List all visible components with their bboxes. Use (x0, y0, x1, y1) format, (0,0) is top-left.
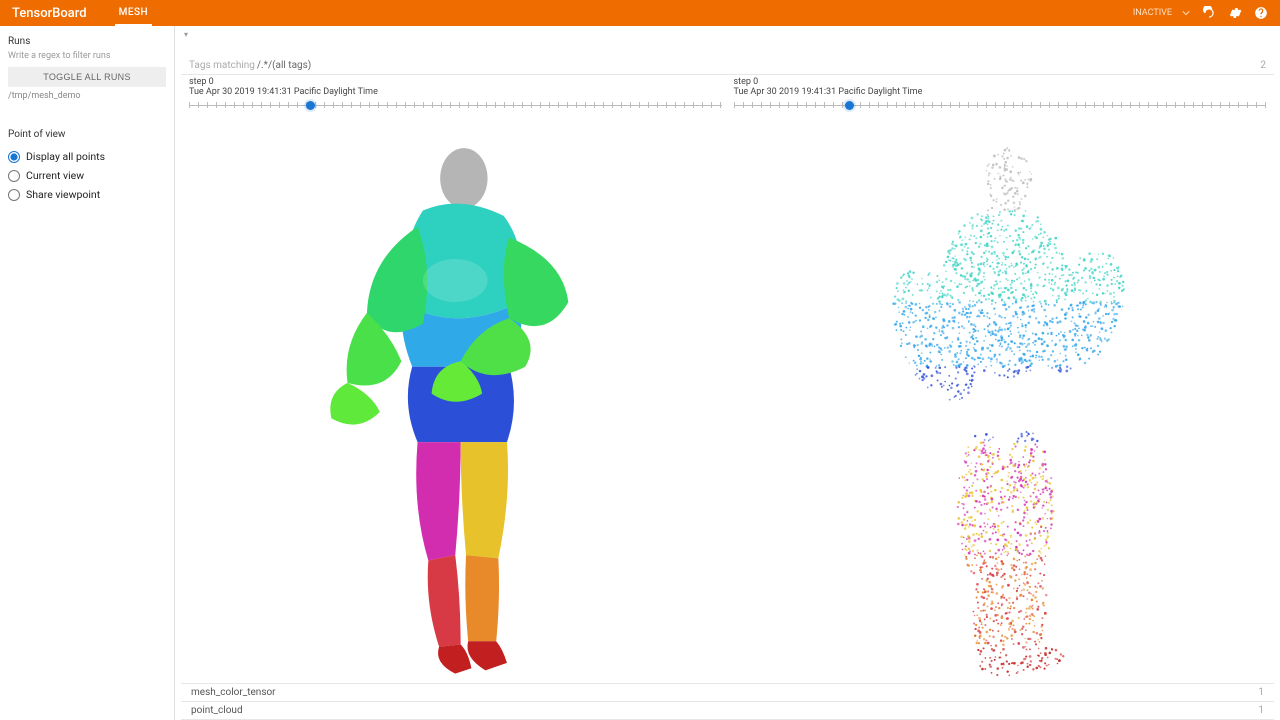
pov-title: Point of view (8, 129, 166, 140)
pov-option-share[interactable]: Share viewpoint (8, 188, 166, 201)
mesh-viewport[interactable] (189, 119, 722, 679)
refresh-icon[interactable] (1202, 6, 1216, 20)
step-timestamp: Tue Apr 30 2019 19:41:31 Pacific Dayligh… (189, 87, 722, 97)
collapse-caret-icon[interactable]: ▾ (184, 30, 188, 39)
tags-match-count: 2 (1260, 60, 1266, 71)
gear-icon[interactable] (1228, 6, 1242, 20)
step-value: 0 (209, 77, 214, 87)
step-label: step (189, 77, 206, 87)
step-timestamp: Tue Apr 30 2019 19:41:31 Pacific Dayligh… (734, 87, 1267, 97)
panel-1-header: step 0 Tue Apr 30 2019 19:41:31 Pacific … (734, 77, 1267, 113)
help-icon[interactable] (1254, 6, 1268, 20)
pov-radio-current[interactable] (8, 170, 20, 182)
status-dropdown[interactable]: INACTIVE (1133, 8, 1190, 18)
pov-option-all[interactable]: Display all points (8, 150, 166, 163)
tag-item-point-cloud[interactable]: point_cloud 1 (181, 701, 1274, 720)
chevron-down-icon (1182, 9, 1190, 17)
tag-name: point_cloud (191, 705, 243, 716)
step-value: 0 (753, 77, 758, 87)
app-header: TensorBoard MESH INACTIVE (0, 0, 1280, 26)
pov-option-label: Share viewpoint (26, 188, 100, 201)
app-title: TensorBoard (12, 6, 87, 21)
tag-count: 1 (1258, 705, 1264, 716)
tags-filter-value: /.*/(all tags) (257, 60, 311, 71)
main-area: ▾ Tags matching /.*/(all tags) 2 step 0 … (175, 26, 1280, 720)
step-slider-1[interactable] (734, 99, 1267, 113)
status-label: INACTIVE (1133, 8, 1172, 18)
tags-filter-row[interactable]: Tags matching /.*/(all tags) 2 (181, 56, 1274, 75)
run-path[interactable]: /tmp/mesh_demo (8, 91, 166, 101)
step-slider-0[interactable] (189, 99, 722, 113)
tags-label: Tags matching (189, 60, 255, 71)
tag-item-mesh-color-tensor[interactable]: mesh_color_tensor 1 (181, 683, 1274, 701)
panel-0-header: step 0 Tue Apr 30 2019 19:41:31 Pacific … (189, 77, 722, 113)
step-sliders-row: step 0 Tue Apr 30 2019 19:41:31 Pacific … (181, 75, 1274, 113)
step-label: step (734, 77, 751, 87)
viewports-row (181, 113, 1274, 683)
sidebar-runs-title: Runs (8, 36, 166, 47)
pointcloud-viewport[interactable] (734, 119, 1267, 679)
pov-option-label: Display all points (26, 150, 105, 163)
tag-count: 1 (1258, 687, 1264, 698)
toggle-all-runs-button[interactable]: TOGGLE ALL RUNS (8, 67, 166, 87)
pov-option-current[interactable]: Current view (8, 169, 166, 182)
pov-option-label: Current view (26, 169, 84, 182)
tab-mesh[interactable]: MESH (115, 0, 153, 26)
sidebar: Runs Write a regex to filter runs TOGGLE… (0, 26, 175, 720)
runs-filter-hint[interactable]: Write a regex to filter runs (8, 51, 166, 61)
tag-name: mesh_color_tensor (191, 687, 276, 698)
pov-radio-share[interactable] (8, 189, 20, 201)
pov-radio-all[interactable] (8, 151, 20, 163)
